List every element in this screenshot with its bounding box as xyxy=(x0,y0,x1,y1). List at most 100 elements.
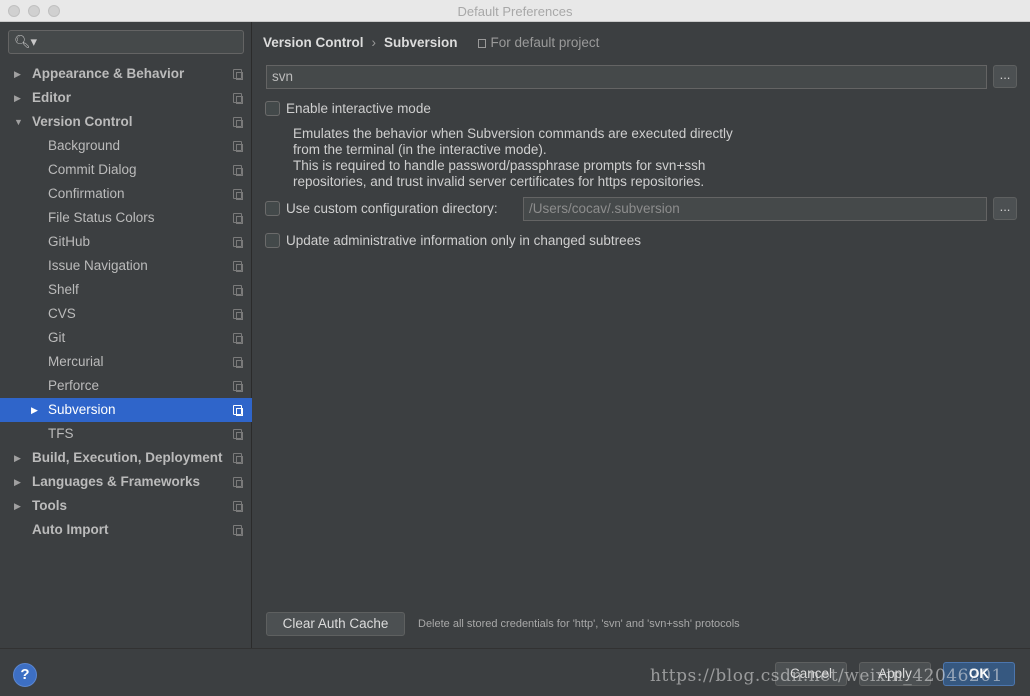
dialog-footer: ? Cancel Apply OK https://blog.csdn.net/… xyxy=(0,648,1030,696)
custom-config-checkbox[interactable] xyxy=(265,201,280,216)
breadcrumb-parent[interactable]: Version Control xyxy=(263,35,364,50)
browse-executable-button[interactable]: ... xyxy=(993,65,1017,88)
project-scope-icon xyxy=(233,285,243,296)
settings-sidebar: 🔍︎▾ ▶ Appearance & Behavior ▶ Editor ▼ Versio… xyxy=(0,22,252,648)
chevron-right-icon[interactable]: ▶ xyxy=(31,398,38,422)
project-scope-icon xyxy=(233,189,243,200)
project-scope-icon xyxy=(233,525,243,536)
description-line: This is required to handle password/pass… xyxy=(293,158,706,173)
project-scope-icon xyxy=(233,261,243,272)
scope-text: For default project xyxy=(490,35,600,50)
sidebar-item-label: Shelf xyxy=(48,282,79,297)
update-admin-label[interactable]: Update administrative information only i… xyxy=(286,233,641,248)
sidebar-item-label: TFS xyxy=(48,426,74,441)
chevron-right-icon[interactable]: ▶ xyxy=(14,446,21,470)
sidebar-item-label: Git xyxy=(48,330,66,345)
sidebar-item-label: Build, Execution, Deployment xyxy=(32,450,223,465)
watermark: https://blog.csdn.net/weixin_42046201 xyxy=(650,666,1003,686)
sidebar-item-mercurial[interactable]: Mercurial xyxy=(0,350,252,374)
sidebar-item-shelf[interactable]: Shelf xyxy=(0,278,252,302)
sidebar-item-label: CVS xyxy=(48,306,76,321)
interactive-mode-label[interactable]: Enable interactive mode xyxy=(286,101,431,116)
sidebar-item-issue-navigation[interactable]: Issue Navigation xyxy=(0,254,252,278)
sidebar-item-subversion[interactable]: ▶ Subversion xyxy=(0,398,252,422)
sidebar-item-version-control[interactable]: ▼ Version Control xyxy=(0,110,252,134)
sidebar-item-github[interactable]: GitHub xyxy=(0,230,252,254)
sidebar-item-tools[interactable]: ▶ Tools xyxy=(0,494,252,518)
clear-auth-cache-button[interactable]: Clear Auth Cache xyxy=(266,612,405,636)
sidebar-item-confirmation[interactable]: Confirmation xyxy=(0,182,252,206)
project-scope-icon xyxy=(233,309,243,320)
sidebar-item-label: Confirmation xyxy=(48,186,125,201)
sidebar-item-background[interactable]: Background xyxy=(0,134,252,158)
project-scope-icon xyxy=(233,117,243,128)
project-scope-icon xyxy=(233,477,243,488)
chevron-right-icon[interactable]: ▶ xyxy=(14,62,21,86)
sidebar-item-perforce[interactable]: Perforce xyxy=(0,374,252,398)
sidebar-item-file-status-colors[interactable]: File Status Colors xyxy=(0,206,252,230)
window-title: Default Preferences xyxy=(457,4,573,19)
scope-label: For default project xyxy=(477,35,600,50)
project-scope-icon xyxy=(477,39,486,48)
sidebar-item-languages-frameworks[interactable]: ▶ Languages & Frameworks xyxy=(0,470,252,494)
sidebar-item-label: Appearance & Behavior xyxy=(32,66,185,81)
sidebar-item-build-execution-deployment[interactable]: ▶ Build, Execution, Deployment xyxy=(0,446,252,470)
config-directory-field[interactable]: /Users/cocav/.subversion xyxy=(523,197,987,221)
title-bar: Default Preferences xyxy=(0,0,1030,22)
project-scope-icon xyxy=(233,357,243,368)
description-line: repositories, and trust invalid server c… xyxy=(293,174,705,189)
sidebar-item-label: Commit Dialog xyxy=(48,162,137,177)
interactive-mode-description: Emulates the behavior when Subversion co… xyxy=(293,126,733,190)
breadcrumb-current: Subversion xyxy=(384,35,458,50)
project-scope-icon xyxy=(233,405,243,416)
sidebar-item-label: Mercurial xyxy=(48,354,104,369)
custom-config-label[interactable]: Use custom configuration directory: xyxy=(286,201,498,216)
project-scope-icon xyxy=(233,501,243,512)
project-scope-icon xyxy=(233,237,243,248)
sidebar-item-appearance-behavior[interactable]: ▶ Appearance & Behavior xyxy=(0,62,252,86)
sidebar-item-label: Languages & Frameworks xyxy=(32,474,201,489)
browse-config-button[interactable]: ... xyxy=(993,197,1017,220)
sidebar-item-git[interactable]: Git xyxy=(0,326,252,350)
chevron-right-icon[interactable]: ▶ xyxy=(14,494,21,518)
project-scope-icon xyxy=(233,165,243,176)
sidebar-item-auto-import[interactable]: Auto Import xyxy=(0,518,252,542)
sidebar-item-label: Perforce xyxy=(48,378,100,393)
chevron-right-icon[interactable]: ▶ xyxy=(14,470,21,494)
sidebar-item-label: Auto Import xyxy=(32,522,109,537)
project-scope-icon xyxy=(233,429,243,440)
sidebar-item-label: Issue Navigation xyxy=(48,258,148,273)
description-line: from the terminal (in the interactive mo… xyxy=(293,142,547,157)
interactive-mode-checkbox[interactable] xyxy=(265,101,280,116)
breadcrumb-separator: › xyxy=(371,35,377,50)
project-scope-icon xyxy=(233,141,243,152)
search-input[interactable]: 🔍︎▾ xyxy=(8,30,244,54)
sidebar-item-label: Version Control xyxy=(32,114,133,129)
sidebar-item-editor[interactable]: ▶ Editor xyxy=(0,86,252,110)
search-icon: 🔍︎▾ xyxy=(14,34,38,49)
update-admin-checkbox[interactable] xyxy=(265,233,280,248)
project-scope-icon xyxy=(233,69,243,80)
sidebar-item-tfs[interactable]: TFS xyxy=(0,422,252,446)
sidebar-item-commit-dialog[interactable]: Commit Dialog xyxy=(0,158,252,182)
project-scope-icon xyxy=(233,93,243,104)
project-scope-icon xyxy=(233,453,243,464)
sidebar-item-label: Subversion xyxy=(48,402,116,417)
clear-auth-note: Delete all stored credentials for 'http'… xyxy=(418,618,740,630)
project-scope-icon xyxy=(233,333,243,344)
sidebar-item-label: GitHub xyxy=(48,234,91,249)
description-line: Emulates the behavior when Subversion co… xyxy=(293,126,733,141)
sidebar-item-label: Tools xyxy=(32,498,67,513)
chevron-down-icon[interactable]: ▼ xyxy=(14,110,23,134)
project-scope-icon xyxy=(233,213,243,224)
svn-executable-field[interactable]: svn xyxy=(266,65,987,89)
sidebar-item-cvs[interactable]: CVS xyxy=(0,302,252,326)
sidebar-item-label: File Status Colors xyxy=(48,210,155,225)
sidebar-item-label: Background xyxy=(48,138,121,153)
settings-tree: ▶ Appearance & Behavior ▶ Editor ▼ Version Co… xyxy=(0,62,252,542)
chevron-right-icon[interactable]: ▶ xyxy=(14,86,21,110)
help-button[interactable]: ? xyxy=(13,663,37,687)
breadcrumb: Version Control › Subversion For default pr… xyxy=(263,35,599,50)
sidebar-item-label: Editor xyxy=(32,90,71,105)
project-scope-icon xyxy=(233,381,243,392)
